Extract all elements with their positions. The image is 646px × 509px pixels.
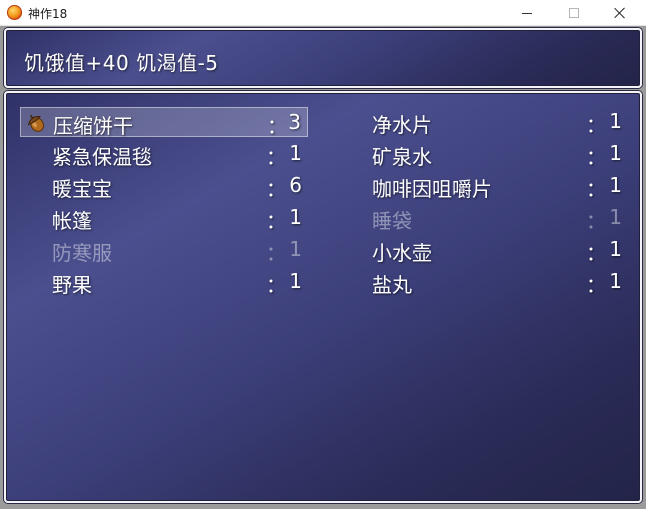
item-separator: ： [266,241,286,265]
item-description: 饥饿值+40 饥渴值-5 [24,51,219,75]
item-entry[interactable]: 紧急保温毯 ： 1 [20,139,308,169]
acorn-icon [25,112,47,134]
item-separator: ： [586,113,606,137]
item-name: 紧急保温毯 [52,145,152,169]
item-quantity: 3 [288,110,301,134]
item-separator: ： [266,145,286,169]
item-entry[interactable]: 睡袋 ： 1 [340,203,628,233]
item-quantity: 1 [609,109,622,133]
item-name: 压缩饼干 [53,114,133,138]
item-entry[interactable]: 盐丸 ： 1 [340,267,628,297]
item-separator: ： [266,209,286,233]
item-quantity: 1 [289,205,302,229]
item-quantity: 1 [609,237,622,261]
window-title: 神作18 [28,7,68,21]
item-name: 暖宝宝 [52,177,112,201]
item-entry[interactable]: 暖宝宝 ： 6 [20,171,308,201]
item-quantity: 1 [609,269,622,293]
item-name: 睡袋 [372,209,412,233]
close-icon [614,7,626,19]
item-list-window: 压缩饼干： 3 净水片： 1 紧急保温毯： 1 矿泉水： 1 暖宝宝： 6 咖啡因咀嚼片： 1 帐篷： 1… [4,91,642,503]
item-separator: ： [266,273,286,297]
item-name: 咖啡因咀嚼片 [372,177,492,201]
item-entry[interactable]: 野果 ： 1 [20,267,308,297]
item-entry[interactable]: 小水壶 ： 1 [340,235,628,265]
item-entry[interactable]: 净水片 ： 1 [340,107,628,137]
minimize-icon [522,12,532,14]
maximize-icon [569,8,579,18]
item-entry[interactable]: 防寒服 ： 1 [20,235,308,265]
item-separator: ： [266,177,286,201]
item-entry[interactable]: 矿泉水 ： 1 [340,139,628,169]
item-separator: ： [586,273,606,297]
item-entry[interactable]: 咖啡因咀嚼片 ： 1 [340,171,628,201]
minimize-button[interactable] [504,0,550,26]
maximize-button[interactable] [551,0,597,26]
item-name: 防寒服 [52,241,112,265]
item-name: 帐篷 [52,209,92,233]
item-separator: ： [586,145,606,169]
item-entry[interactable]: 帐篷 ： 1 [20,203,308,233]
item-entry[interactable]: 压缩饼干 ： 3 [20,107,308,138]
item-name: 矿泉水 [372,145,432,169]
close-button[interactable] [597,0,643,26]
app-icon [7,5,22,20]
item-name: 净水片 [372,113,432,137]
item-quantity: 1 [609,205,622,229]
item-name: 小水壶 [372,241,432,265]
game-screen: 饥饿值+40 饥渴值-5 压缩饼干： 3 净水片： 1 紧急保温毯： 1 矿泉水： 1 暖宝宝：… [0,26,646,509]
item-quantity: 6 [289,173,302,197]
item-name: 盐丸 [372,273,412,297]
item-quantity: 1 [289,269,302,293]
item-quantity: 1 [609,173,622,197]
help-window: 饥饿值+40 饥渴值-5 [4,28,642,88]
title-bar: 神作18 [0,0,646,26]
item-separator: ： [586,241,606,265]
item-quantity: 1 [609,141,622,165]
item-name: 野果 [52,273,92,297]
item-separator: ： [586,177,606,201]
item-separator: ： [267,114,287,138]
item-quantity: 1 [289,141,302,165]
item-quantity: 1 [289,237,302,261]
item-separator: ： [586,209,606,233]
